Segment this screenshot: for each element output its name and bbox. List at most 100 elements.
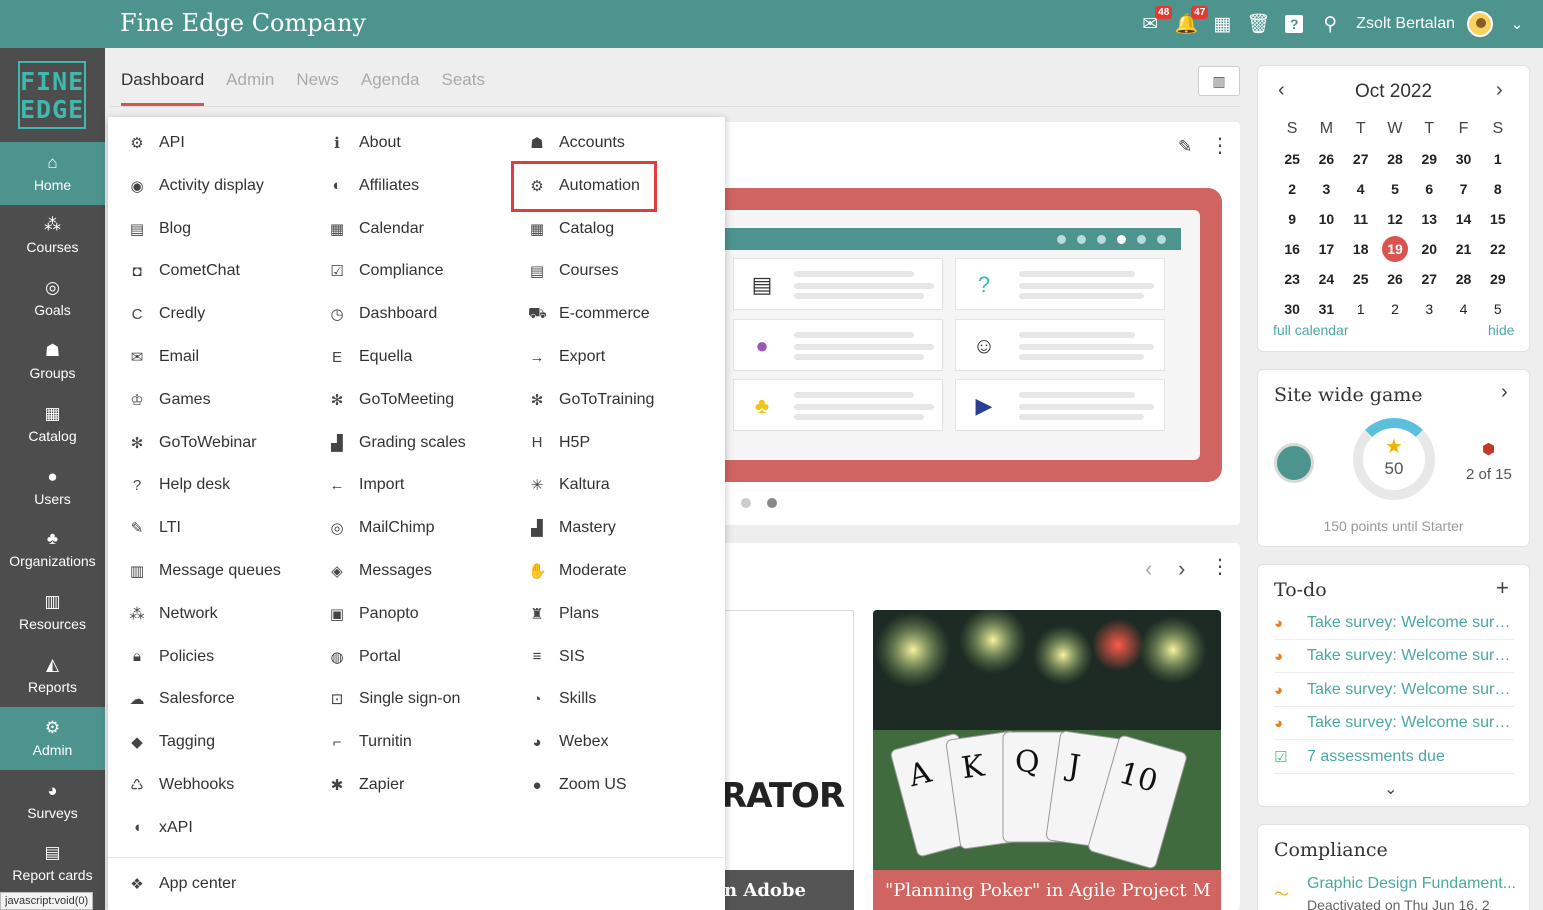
- calendar-day[interactable]: 26: [1378, 271, 1412, 287]
- menu-item-mastery[interactable]: ▟ Mastery: [528, 516, 616, 540]
- calendar-day[interactable]: 5: [1378, 181, 1412, 197]
- calendar-day[interactable]: 18: [1344, 241, 1378, 257]
- layout-toggle-button[interactable]: ▥: [1198, 66, 1240, 96]
- calendar-day[interactable]: 27: [1344, 151, 1378, 167]
- menu-item-courses[interactable]: ▤ Courses: [528, 259, 619, 283]
- chevron-right-icon[interactable]: ›: [1501, 381, 1508, 404]
- trash-icon[interactable]: 🗑: [1246, 12, 1270, 36]
- menu-item-affiliates[interactable]: ◐ Affiliates: [328, 174, 419, 198]
- calendar-day[interactable]: 31: [1309, 301, 1343, 317]
- menu-item-grading-scales[interactable]: ▟ Grading scales: [328, 431, 466, 455]
- calendar-day[interactable]: 12: [1378, 211, 1412, 227]
- menu-item-message-queues[interactable]: ▥ Message queues: [128, 559, 281, 583]
- menu-item-network[interactable]: ⁂ Network: [128, 602, 218, 626]
- calendar-day[interactable]: 3: [1309, 181, 1343, 197]
- menu-item-import[interactable]: ← Import: [328, 473, 405, 497]
- tab-admin[interactable]: Admin: [226, 70, 274, 106]
- calendar-day[interactable]: 11: [1344, 211, 1378, 227]
- menu-item-turnitin[interactable]: ⌐ Turnitin: [328, 730, 412, 754]
- menu-item-h5p[interactable]: H H5P: [528, 431, 591, 455]
- calendar-day[interactable]: 23: [1275, 271, 1309, 287]
- chevron-right-icon[interactable]: ›: [1178, 556, 1185, 582]
- course-image-left[interactable]: RATOR: [720, 610, 854, 910]
- menu-item-xapi[interactable]: ◖ xAPI: [128, 816, 192, 840]
- menu-item-api[interactable]: ⚙ API: [128, 131, 185, 155]
- menu-item-e-commerce[interactable]: ⛟ E-commerce: [528, 302, 650, 326]
- calendar-day[interactable]: 9: [1275, 211, 1309, 227]
- tab-seats[interactable]: Seats: [442, 70, 485, 106]
- sidebar-item-admin[interactable]: ⚙ Admin: [0, 707, 105, 770]
- calendar-day[interactable]: 6: [1412, 181, 1446, 197]
- menu-item-policies[interactable]: 🔒︎ Policies: [128, 645, 214, 669]
- tab-agenda[interactable]: Agenda: [361, 70, 420, 106]
- calendar-day[interactable]: 25: [1344, 271, 1378, 287]
- menu-item-catalog[interactable]: ▦ Catalog: [528, 217, 614, 241]
- chevron-left-icon[interactable]: ‹: [1145, 556, 1152, 582]
- menu-item-panopto[interactable]: ▣ Panopto: [328, 602, 419, 626]
- todo-item[interactable]: ◕ Take survey: Welcome surv...: [1274, 707, 1514, 740]
- carousel-dot[interactable]: [741, 498, 751, 508]
- calendar-day[interactable]: 21: [1446, 241, 1480, 257]
- menu-item-zapier[interactable]: ✱ Zapier: [328, 773, 405, 797]
- sidebar-item-courses[interactable]: ⁂ Courses: [0, 204, 105, 267]
- sidebar-item-home[interactable]: ⌂ Home: [0, 142, 105, 205]
- calendar-day[interactable]: 4: [1344, 181, 1378, 197]
- calendar-day[interactable]: 13: [1412, 211, 1446, 227]
- sidebar-item-reports[interactable]: ◭ Reports: [0, 644, 105, 707]
- calendar-day[interactable]: 5: [1481, 301, 1515, 317]
- chevron-right-icon[interactable]: ›: [1496, 79, 1503, 102]
- calendar-day[interactable]: 20: [1412, 241, 1446, 257]
- sidebar-item-users[interactable]: ● Users: [0, 456, 105, 519]
- sidebar-item-catalog[interactable]: ▦ Catalog: [0, 393, 105, 456]
- menu-item-messages[interactable]: ◈ Messages: [328, 559, 432, 583]
- menu-item-gototraining[interactable]: ✻ GoToTraining: [528, 388, 655, 412]
- calendar-day[interactable]: 26: [1309, 151, 1343, 167]
- chevron-down-icon[interactable]: ⌄: [1505, 12, 1529, 36]
- menu-item-about[interactable]: ℹ About: [328, 131, 401, 155]
- sidebar-item-report-cards[interactable]: ▤ Report cards: [0, 832, 105, 895]
- calendar-day[interactable]: 2: [1275, 181, 1309, 197]
- more-options-icon[interactable]: ⋮: [1210, 136, 1230, 156]
- help-icon[interactable]: ?: [1282, 12, 1306, 36]
- calendar-day[interactable]: 25: [1275, 151, 1309, 167]
- chevron-down-icon[interactable]: ⌄: [1384, 779, 1397, 799]
- menu-item-cometchat[interactable]: ◘ CometChat: [128, 259, 239, 283]
- menu-item-dashboard[interactable]: ◷ Dashboard: [328, 302, 437, 326]
- menu-item-help-desk[interactable]: ? Help desk: [128, 473, 230, 497]
- menu-item-sis[interactable]: ≡ SIS: [528, 645, 585, 669]
- calendar-day[interactable]: 30: [1446, 151, 1480, 167]
- menu-item-mailchimp[interactable]: ◎ MailChimp: [328, 516, 434, 540]
- menu-item-equella[interactable]: E Equella: [328, 345, 412, 369]
- full-calendar-link[interactable]: full calendar: [1273, 322, 1349, 338]
- calendar-day[interactable]: 28: [1446, 271, 1480, 287]
- menu-item-plans[interactable]: ♜ Plans: [528, 602, 599, 626]
- compliance-item[interactable]: Graphic Design Fundament...: [1307, 875, 1516, 893]
- calendar-day[interactable]: 27: [1412, 271, 1446, 287]
- calendar-day[interactable]: 15: [1481, 211, 1515, 227]
- user-avatar[interactable]: [1467, 11, 1493, 37]
- calendar-day[interactable]: 8: [1481, 181, 1515, 197]
- add-icon[interactable]: +: [1496, 575, 1509, 601]
- menu-item-games[interactable]: ♔ Games: [128, 388, 210, 412]
- todo-item[interactable]: ◕ Take survey: Welcome surv...: [1274, 640, 1514, 673]
- calendar-icon[interactable]: ▦: [1210, 12, 1234, 36]
- todo-item[interactable]: ◕ Take survey: Welcome surv...: [1274, 674, 1514, 707]
- calendar-day[interactable]: 10: [1309, 211, 1343, 227]
- calendar-day[interactable]: 19: [1378, 236, 1412, 262]
- menu-item-blog[interactable]: ▤ Blog: [128, 217, 191, 241]
- menu-item-app-center[interactable]: ❖ App center: [128, 872, 236, 896]
- calendar-day[interactable]: 1: [1481, 151, 1515, 167]
- search-icon[interactable]: ⚲: [1318, 12, 1342, 36]
- menu-item-accounts[interactable]: ☗ Accounts: [528, 131, 625, 155]
- menu-item-compliance[interactable]: ☑ Compliance: [328, 259, 443, 283]
- todo-item[interactable]: ◕ Take survey: Welcome surv...: [1274, 607, 1514, 640]
- edit-icon[interactable]: ✎: [1178, 137, 1192, 157]
- calendar-day[interactable]: 29: [1481, 271, 1515, 287]
- company-name[interactable]: Fine Edge Company: [120, 9, 366, 37]
- calendar-day[interactable]: 16: [1275, 241, 1309, 257]
- sidebar-item-groups[interactable]: ☗ Groups: [0, 330, 105, 393]
- user-name[interactable]: Zsolt Bertalan: [1356, 15, 1455, 33]
- calendar-day[interactable]: 14: [1446, 211, 1480, 227]
- calendar-day[interactable]: 30: [1275, 301, 1309, 317]
- menu-item-kaltura[interactable]: ✳ Kaltura: [528, 473, 610, 497]
